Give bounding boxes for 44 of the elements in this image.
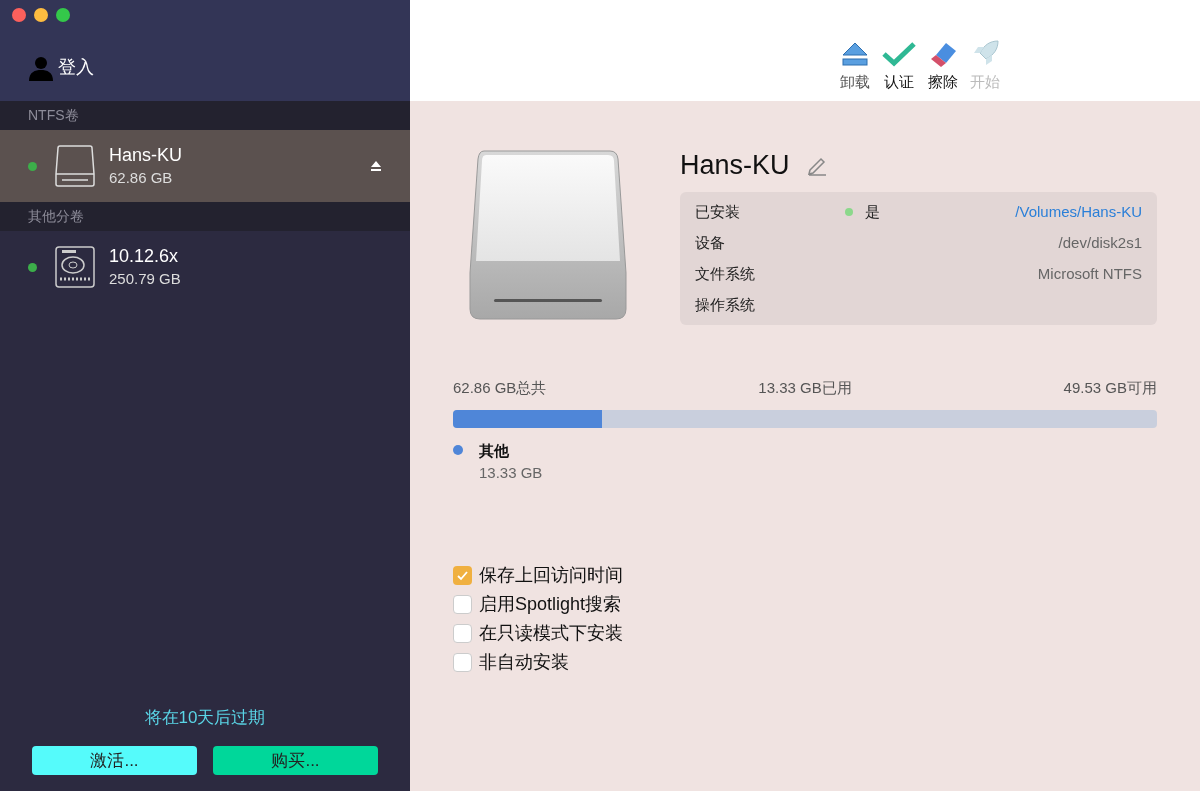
action-button[interactable]: 购买... (213, 746, 378, 775)
toolbar-button[interactable]: 卸载 (840, 40, 870, 93)
eject-icon (841, 40, 869, 67)
info-value: /dev/disk2s1 (1058, 232, 1142, 253)
volume-item[interactable]: 10.12.6x 250.79 GB (0, 231, 410, 303)
volume-name: Hans-KU (109, 143, 184, 167)
action-button[interactable]: 激活... (32, 746, 197, 775)
info-label: 文件系统 (695, 263, 756, 284)
used-capacity: 13.33 GB已用 (758, 378, 852, 398)
option-label: 非自动安装 (479, 650, 569, 674)
volume-item[interactable]: Hans-KU 62.86 GB (0, 130, 410, 202)
login-button[interactable]: 登入 (28, 54, 94, 81)
volume-name: 10.12.6x (109, 244, 180, 268)
option-label: 保存上回访问时间 (479, 563, 623, 587)
info-status: 是 (865, 201, 880, 222)
info-label: 操作系统 (695, 294, 756, 315)
volume-size: 62.86 GB (109, 167, 174, 188)
expiry-notice: 将在10天后过期 (144, 706, 266, 729)
user-icon (28, 54, 54, 81)
info-value: Microsoft NTFS (1037, 263, 1142, 284)
checkbox[interactable] (453, 623, 472, 643)
info-label: 已安装 (695, 201, 741, 222)
option-label: 在只读模式下安装 (479, 621, 623, 645)
drive-icon (54, 144, 96, 188)
toolbar-button[interactable]: 认证 (882, 40, 916, 93)
section-header: 其他分卷 (0, 202, 410, 231)
toolbar-button[interactable]: 擦除 (928, 40, 958, 93)
total-capacity: 62.86 GB总共 (453, 378, 547, 398)
eject-icon[interactable] (370, 160, 382, 172)
legend-label: 其他 (479, 440, 510, 461)
checkmark-icon (882, 40, 916, 67)
legend-size: 13.33 GB (479, 463, 543, 483)
section-header: NTFS卷 (0, 101, 410, 130)
volume-name: Hans-KU (680, 148, 790, 182)
option-label: 启用Spotlight搜索 (479, 592, 622, 616)
free-capacity: 49.53 GB可用 (1063, 378, 1157, 398)
close-button[interactable] (12, 8, 26, 22)
checkbox[interactable] (453, 594, 472, 614)
volume-size: 250.79 GB (109, 268, 182, 289)
info-label: 设备 (695, 232, 726, 253)
zoom-button[interactable] (56, 8, 70, 22)
checkbox[interactable] (453, 652, 472, 672)
checkbox[interactable] (453, 565, 472, 585)
minimize-button[interactable] (34, 8, 48, 22)
